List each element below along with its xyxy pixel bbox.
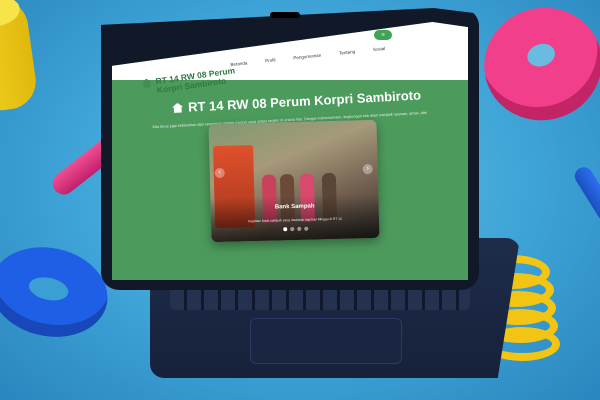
camera-notch [270, 12, 300, 18]
carousel-dot[interactable] [303, 226, 308, 231]
nav-links: Beranda Profil Pengumuman Tentang Sosial [230, 46, 385, 67]
nav-link-beranda[interactable]: Beranda [230, 60, 247, 67]
yellow-cylinder-decoration [0, 0, 40, 114]
laptop-trackpad [250, 318, 402, 364]
chevron-left-icon: ‹ [218, 168, 222, 176]
laptop-screen: RT 14 RW 08 Perum Korpri Sambiroto Beran… [112, 22, 468, 280]
carousel-dot[interactable] [296, 226, 301, 231]
carousel-dot[interactable] [289, 227, 294, 232]
hero-title: RT 14 RW 08 Perum Korpri Sambiroto [172, 87, 422, 115]
site-brand[interactable]: RT 14 RW 08 Perum Korpri Sambiroto [141, 65, 247, 98]
hero-title-text: RT 14 RW 08 Perum Korpri Sambiroto [187, 87, 422, 115]
image-carousel[interactable]: ‹ › Bank Sampah Kegiatan bank sampah yan… [208, 119, 380, 243]
pink-ring-decoration [469, 0, 600, 136]
house-icon [141, 78, 152, 88]
menu-button[interactable]: ☰ [374, 30, 392, 40]
nav-link-tentang[interactable]: Tentang [339, 49, 355, 56]
chevron-right-icon: › [366, 165, 369, 173]
nav-link-profil[interactable]: Profil [265, 57, 276, 63]
nav-link-pengumuman[interactable]: Pengumuman [293, 53, 321, 61]
house-icon [172, 102, 184, 113]
blue-stick-decoration [571, 163, 600, 225]
carousel-next-button[interactable]: › [362, 163, 373, 175]
brand-name: RT 14 RW 08 Perum Korpri Sambiroto [154, 65, 236, 96]
nav-link-sosial[interactable]: Sosial [373, 46, 386, 52]
menu-icon: ☰ [381, 32, 385, 37]
blue-ring-decoration [0, 236, 116, 348]
carousel-dot[interactable] [282, 227, 287, 232]
